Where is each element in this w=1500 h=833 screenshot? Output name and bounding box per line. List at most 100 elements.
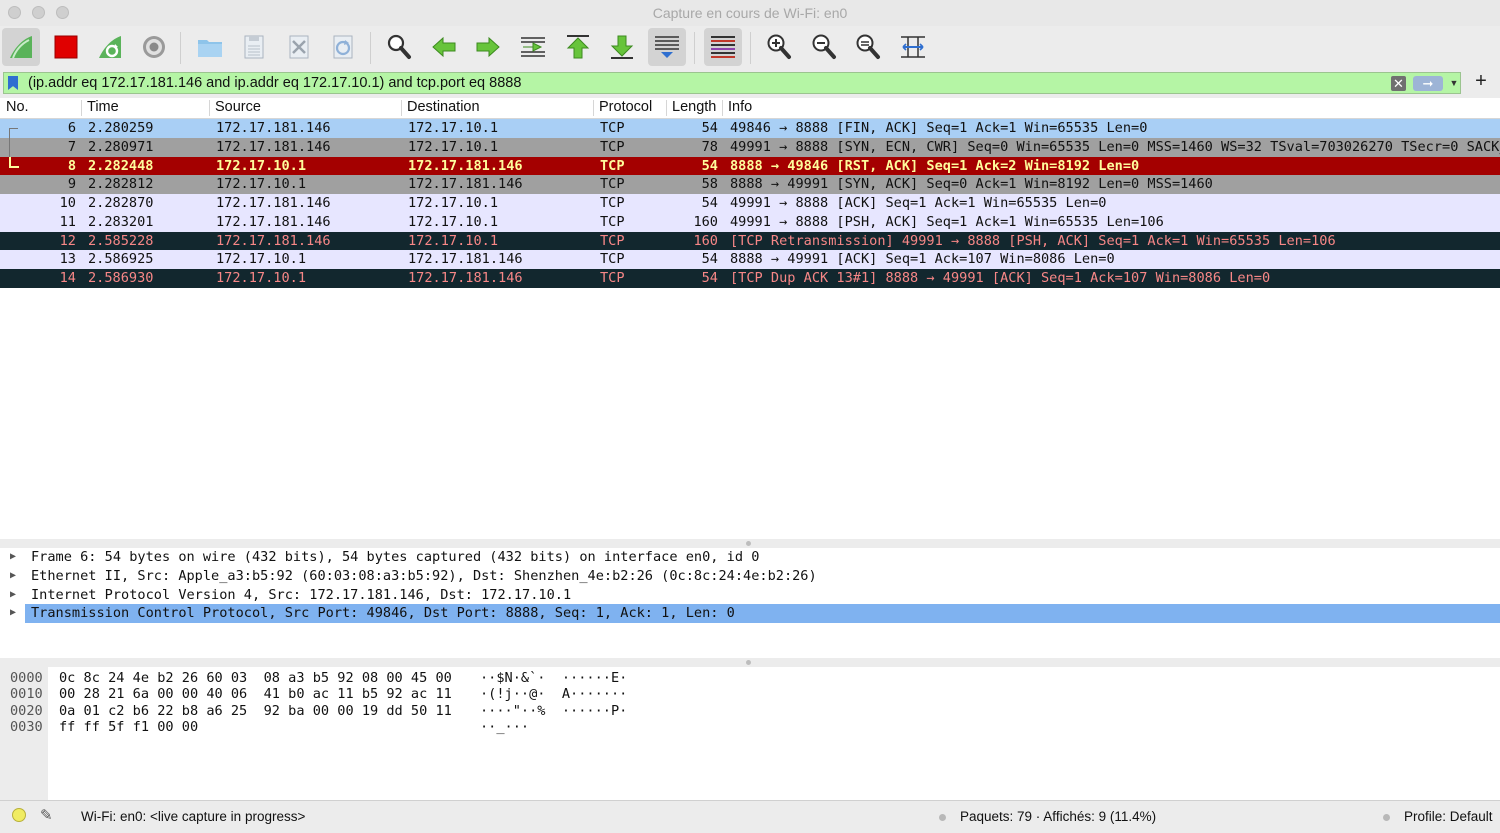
column-header-no[interactable]: No. [6,99,29,115]
go-back-button[interactable] [425,28,463,66]
packet-no: 13 [59,251,76,268]
packet-row[interactable]: 12 2.585228 172.17.181.146 172.17.10.1 TCP 16… [0,231,1500,251]
column-divider[interactable] [593,100,594,116]
start-capture-button[interactable] [2,28,40,66]
filter-history-dropdown[interactable]: ▼ [1448,75,1460,91]
bookmark-icon[interactable] [8,76,18,90]
expert-info-icon[interactable] [12,808,26,822]
expand-arrow-icon[interactable]: ▶ [10,548,16,567]
column-header-time[interactable]: Time [87,99,119,115]
pane-splitter[interactable] [0,539,1500,548]
detail-tree-item[interactable]: ▶ Transmission Control Protocol, Src Port… [0,604,1500,623]
column-divider[interactable] [81,100,82,116]
packet-no: 6 [67,120,76,136]
splitter-handle[interactable] [746,541,751,546]
close-file-button[interactable] [280,28,318,66]
bytes-ascii[interactable]: ····"··% ······P· [480,703,627,719]
toolbar-separator [694,32,695,64]
packet-row[interactable]: 9 2.282812 172.17.10.1 172.17.181.146 TCP 58 8… [0,175,1500,194]
bytes-hex[interactable]: 0c 8c 24 4e b2 26 60 03 08 a3 b5 92 08 0… [59,670,452,686]
open-file-button[interactable] [191,28,229,66]
packet-row[interactable]: 14 2.586930 172.17.10.1 172.17.181.146 TCP 54… [0,269,1500,288]
packet-row[interactable]: 8 2.282448 172.17.10.1 172.17.181.146 TCP 54 8… [0,156,1500,176]
bytes-hex[interactable]: 0a 01 c2 b6 22 b8 a6 25 92 ba 00 00 19 d… [59,703,452,719]
resize-columns-button[interactable] [894,28,932,66]
status-separator-icon [1383,814,1390,821]
packet-protocol: TCP [600,157,625,174]
capture-comment-icon[interactable]: ✎ [40,806,53,824]
zoom-normal-icon [856,34,880,59]
window-title: Capture en cours de Wi-Fi: en0 [652,5,848,21]
packet-time: 2.283201 [88,213,154,230]
pane-splitter[interactable] [0,658,1500,667]
find-packet-button[interactable] [380,28,418,66]
packet-length: 54 [701,120,718,136]
bytes-hex[interactable]: 00 28 21 6a 00 00 40 06 41 b0 ac 11 b5 9… [59,686,452,702]
bytes-offset[interactable]: 0030 [10,719,43,735]
column-header-protocol[interactable]: Protocol [599,99,652,115]
bytes-ascii[interactable]: ··_··· [480,719,529,735]
clear-filter-button[interactable]: ✕ [1391,76,1406,91]
column-divider[interactable] [209,100,210,116]
go-first-button[interactable] [559,28,597,66]
zoom-out-button[interactable] [805,28,843,66]
packet-time: 2.586930 [88,270,154,286]
detail-tree-item[interactable]: ▶ Internet Protocol Version 4, Src: 172.1… [0,586,1500,605]
column-divider[interactable] [401,100,402,116]
status-profile[interactable]: Profile: Default [1404,809,1493,824]
packet-destination: 172.17.10.1 [408,138,499,155]
packet-time: 2.280259 [88,120,154,136]
packet-row[interactable]: 6 2.280259 172.17.181.146 172.17.10.1 TCP 54 4… [0,119,1500,139]
packet-info: [TCP Dup ACK 13#1] 8888 → 49991 [ACK] Se… [730,270,1271,286]
arrow-down-icon [610,35,634,59]
bytes-ascii[interactable]: ··$N·&`· ······E· [480,670,627,686]
reload-file-button[interactable] [324,28,362,66]
expand-arrow-icon[interactable]: ▶ [10,586,16,605]
display-filter-text[interactable]: (ip.addr eq 172.17.181.146 and ip.addr e… [28,75,521,91]
bytes-offset[interactable]: 0010 [10,686,43,702]
display-filter-input[interactable]: (ip.addr eq 172.17.181.146 and ip.addr e… [3,72,1461,94]
packet-row[interactable]: 13 2.586925 172.17.10.1 172.17.181.146 TCP 54… [0,250,1500,269]
apply-filter-button[interactable]: ➞ [1413,76,1443,91]
toolbar-separator [370,32,371,64]
go-to-packet-button[interactable] [514,28,552,66]
column-header-info[interactable]: Info [728,99,752,115]
column-header-source[interactable]: Source [215,99,261,115]
zoom-out-icon [812,34,836,59]
packet-source: 172.17.10.1 [216,176,307,193]
detail-tree-item[interactable]: ▶ Ethernet II, Src: Apple_a3:b5:92 (60:03… [0,567,1500,586]
expand-arrow-icon[interactable]: ▶ [10,604,16,623]
stop-capture-button[interactable] [47,28,85,66]
add-filter-button[interactable]: + [1472,70,1490,92]
splitter-handle[interactable] [746,660,751,665]
zoom-in-button[interactable] [760,28,798,66]
save-file-button[interactable] [235,28,273,66]
colorize-button[interactable] [704,28,742,66]
bytes-hex[interactable]: ff ff 5f f1 00 00 [59,719,198,735]
packet-protocol: TCP [600,213,625,230]
bytes-offset[interactable]: 0000 [10,670,43,686]
restart-capture-button[interactable] [91,28,129,66]
column-divider[interactable] [722,100,723,116]
capture-options-button[interactable] [135,28,173,66]
column-header-length[interactable]: Length [672,99,722,115]
column-divider[interactable] [666,100,667,116]
detail-tree-item[interactable]: ▶ Frame 6: 54 bytes on wire (432 bits), 5… [0,548,1500,567]
bytes-offset[interactable]: 0020 [10,703,43,719]
packet-row[interactable]: 7 2.280971 172.17.181.146 172.17.10.1 TCP 78 4… [0,137,1500,157]
status-packets: Paquets: 79 · Affichés: 9 (11.4%) [960,809,1157,824]
packet-row[interactable]: 11 2.283201 172.17.181.146 172.17.10.1 TCP 16… [0,212,1500,232]
autoscroll-button[interactable] [648,28,686,66]
arrow-right-icon: ➞ [1422,76,1434,91]
packet-no: 11 [59,213,76,230]
packet-length: 54 [701,270,718,286]
go-last-button[interactable] [603,28,641,66]
expand-arrow-icon[interactable]: ▶ [10,567,16,586]
column-header-destination[interactable]: Destination [407,99,480,115]
bytes-ascii[interactable]: ·(!j··@· A······· [480,686,627,702]
zoom-normal-button[interactable] [849,28,887,66]
magnifier-icon [387,34,411,59]
go-forward-button[interactable] [469,28,507,66]
packet-row[interactable]: 10 2.282870 172.17.181.146 172.17.10.1 TCP 54… [0,194,1500,213]
packet-length: 54 [701,251,718,268]
